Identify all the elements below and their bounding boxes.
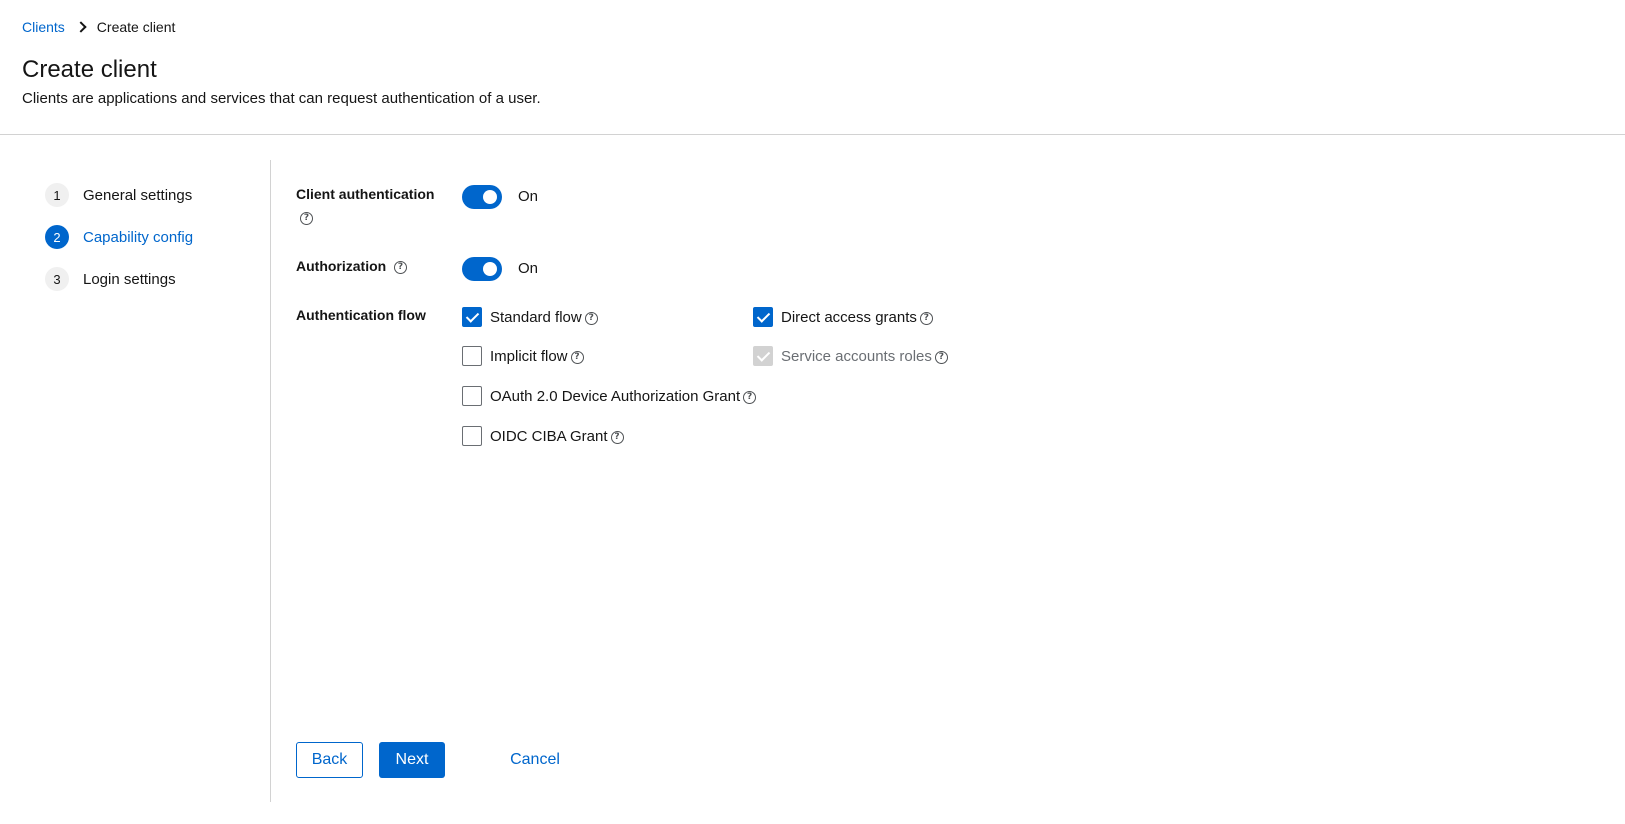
wizard-step-login-settings[interactable]: 3 Login settings (45, 267, 265, 291)
oidc-ciba-grant-checkbox[interactable] (462, 426, 482, 446)
service-accounts-roles-option: Service accounts roles ? (753, 346, 948, 366)
step-number: 1 (45, 183, 69, 207)
help-icon[interactable]: ? (300, 212, 313, 225)
wizard-step-general-settings[interactable]: 1 General settings (45, 183, 265, 207)
help-icon[interactable]: ? (570, 351, 584, 364)
authorization-label-text: Authorization (296, 258, 387, 274)
service-accounts-roles-label: Service accounts roles (781, 347, 932, 365)
implicit-flow-option: Implicit flow ? (462, 346, 584, 366)
standard-flow-checkbox[interactable] (462, 307, 482, 327)
client-authentication-label: Client authentication (296, 186, 434, 202)
breadcrumb-current: Create client (96, 19, 176, 35)
implicit-flow-label: Implicit flow (490, 347, 568, 365)
implicit-flow-checkbox[interactable] (462, 346, 482, 366)
help-icon[interactable]: ? (610, 431, 624, 444)
page-description: Clients are applications and services th… (22, 90, 541, 107)
authorization-label: Authorization (296, 258, 386, 274)
help-icon[interactable]: ? (934, 351, 948, 364)
direct-access-grants-option: Direct access grants ? (753, 307, 933, 327)
help-icon[interactable]: ? (743, 391, 757, 404)
oauth-device-grant-checkbox[interactable] (462, 386, 482, 406)
breadcrumb: Clients Create client (22, 19, 175, 35)
oauth-device-grant-option: OAuth 2.0 Device Authorization Grant ? (462, 386, 757, 406)
oidc-ciba-grant-label: OIDC CIBA Grant (490, 427, 608, 445)
step-number: 2 (45, 225, 69, 249)
help-icon[interactable]: ? (584, 312, 598, 325)
help-icon[interactable]: ? (394, 261, 407, 274)
step-label: Capability config (83, 228, 194, 246)
client-authentication-label-text: Client authentication (296, 186, 435, 202)
direct-access-grants-label: Direct access grants (781, 308, 917, 326)
chevron-right-icon (77, 21, 85, 33)
header-divider (0, 134, 1625, 135)
step-label: General settings (83, 186, 193, 204)
cancel-button[interactable]: Cancel (500, 742, 570, 778)
wizard-steps-nav: 1 General settings 2 Capability config 3… (45, 183, 265, 309)
page-title: Create client (22, 56, 157, 83)
service-accounts-roles-checkbox (753, 346, 773, 366)
next-button[interactable]: Next (379, 742, 445, 778)
client-authentication-state: On (518, 188, 539, 205)
toggle-knob (483, 190, 497, 204)
authorization-state: On (518, 260, 539, 277)
direct-access-grants-checkbox[interactable] (753, 307, 773, 327)
step-number: 3 (45, 267, 69, 291)
toggle-knob (483, 262, 497, 276)
back-button[interactable]: Back (296, 742, 363, 778)
wizard-divider (270, 160, 271, 802)
oauth-device-grant-label: OAuth 2.0 Device Authorization Grant (490, 387, 741, 405)
client-authentication-toggle[interactable] (462, 185, 502, 209)
step-label: Login settings (83, 270, 176, 288)
standard-flow-option: Standard flow ? (462, 307, 598, 327)
help-icon[interactable]: ? (919, 312, 933, 325)
authorization-toggle[interactable] (462, 257, 502, 281)
standard-flow-label: Standard flow (490, 308, 582, 326)
breadcrumb-clients-link[interactable]: Clients (22, 19, 65, 35)
authentication-flow-label: Authentication flow (296, 307, 426, 323)
wizard-step-capability-config[interactable]: 2 Capability config (45, 225, 265, 249)
oidc-ciba-grant-option: OIDC CIBA Grant ? (462, 426, 624, 446)
